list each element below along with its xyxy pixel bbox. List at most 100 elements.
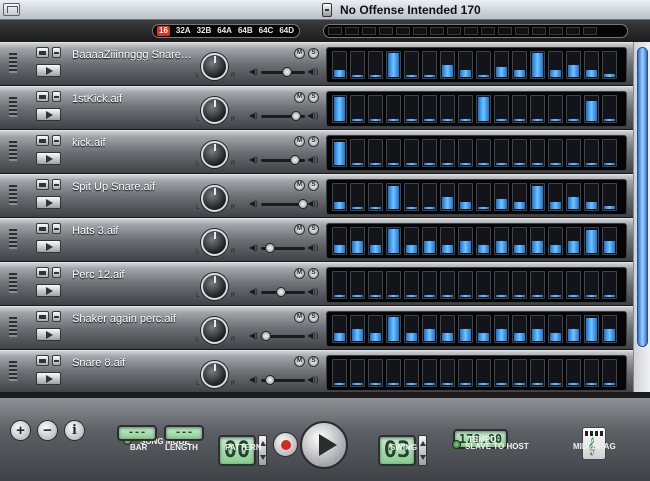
step-cell[interactable] — [584, 271, 599, 299]
step-cell[interactable] — [476, 51, 491, 79]
step-cell[interactable] — [422, 271, 437, 299]
mute-button[interactable]: M — [294, 224, 305, 235]
step-cell[interactable] — [476, 271, 491, 299]
step-cell[interactable] — [422, 315, 437, 343]
step-cell[interactable] — [494, 271, 509, 299]
volume-slider-thumb[interactable] — [297, 199, 308, 209]
step-cell[interactable] — [584, 183, 599, 211]
step-cell[interactable] — [530, 315, 545, 343]
pan-knob[interactable] — [201, 97, 228, 124]
step-cell[interactable] — [458, 183, 473, 211]
step-cell[interactable] — [548, 95, 563, 123]
volume-slider[interactable] — [261, 155, 305, 165]
scrollbar-thumb[interactable] — [637, 47, 648, 347]
step-cell[interactable] — [458, 315, 473, 343]
step-cell[interactable] — [602, 51, 617, 79]
solo-button[interactable]: S — [308, 268, 319, 279]
step-cell[interactable] — [440, 271, 455, 299]
step-cell[interactable] — [332, 227, 347, 255]
solo-button[interactable]: S — [308, 224, 319, 235]
step-cell[interactable] — [386, 95, 401, 123]
step-cell[interactable] — [386, 51, 401, 79]
step-cell[interactable] — [440, 359, 455, 387]
step-cell[interactable] — [458, 359, 473, 387]
step-cell[interactable] — [332, 139, 347, 167]
step-cell[interactable] — [332, 51, 347, 79]
volume-slider-thumb[interactable] — [281, 67, 292, 77]
step-cell[interactable] — [332, 359, 347, 387]
step-cell[interactable] — [404, 139, 419, 167]
mute-button[interactable]: M — [294, 92, 305, 103]
mute-button[interactable]: M — [294, 312, 305, 323]
volume-slider[interactable] — [261, 111, 305, 121]
pan-knob[interactable] — [201, 53, 228, 80]
remove-track-button[interactable]: − — [37, 420, 58, 441]
drag-handle[interactable] — [9, 141, 17, 161]
step-cell[interactable] — [530, 95, 545, 123]
load-sample-icon[interactable] — [36, 223, 49, 234]
step-cell[interactable] — [476, 95, 491, 123]
step-cell[interactable] — [584, 315, 599, 343]
step-cell[interactable] — [566, 359, 581, 387]
volume-slider-thumb[interactable] — [264, 243, 275, 253]
step-cell[interactable] — [368, 139, 383, 167]
step-cell[interactable] — [440, 51, 455, 79]
step-cell[interactable] — [440, 139, 455, 167]
step-cell[interactable] — [494, 315, 509, 343]
step-cell[interactable] — [458, 51, 473, 79]
drag-handle[interactable] — [9, 361, 17, 381]
step-cell[interactable] — [494, 139, 509, 167]
step-cell[interactable] — [548, 315, 563, 343]
load-sample-icon[interactable] — [36, 135, 49, 146]
step-cell[interactable] — [494, 183, 509, 211]
step-cell[interactable] — [476, 315, 491, 343]
step-cell[interactable] — [476, 359, 491, 387]
step-cell[interactable] — [494, 95, 509, 123]
lock-icon[interactable] — [52, 91, 61, 102]
step-cell[interactable] — [368, 183, 383, 211]
step-cell[interactable] — [530, 183, 545, 211]
drag-handle[interactable] — [9, 273, 17, 293]
pan-knob[interactable] — [201, 185, 228, 212]
step-cell[interactable] — [476, 227, 491, 255]
pan-knob[interactable] — [201, 273, 228, 300]
step-cell[interactable] — [530, 227, 545, 255]
step-cell[interactable] — [512, 271, 527, 299]
volume-slider-thumb[interactable] — [261, 331, 272, 341]
step-cell[interactable] — [440, 95, 455, 123]
pattern-option[interactable]: 64C — [259, 26, 274, 36]
step-cell[interactable] — [404, 315, 419, 343]
step-cell[interactable] — [566, 183, 581, 211]
volume-slider[interactable] — [261, 243, 305, 253]
step-cell[interactable] — [566, 51, 581, 79]
track-row[interactable]: 1stKick.aif L R M S ◀) ◀)) — [0, 86, 633, 130]
step-cell[interactable] — [404, 51, 419, 79]
step-cell[interactable] — [548, 51, 563, 79]
step-cell[interactable] — [548, 359, 563, 387]
step-cell[interactable] — [530, 51, 545, 79]
step-cell[interactable] — [440, 315, 455, 343]
step-cell[interactable] — [566, 139, 581, 167]
step-cell[interactable] — [584, 227, 599, 255]
step-cell[interactable] — [476, 183, 491, 211]
step-cell[interactable] — [332, 271, 347, 299]
preview-play-button[interactable] — [36, 240, 61, 253]
load-sample-icon[interactable] — [36, 311, 49, 322]
step-cell[interactable] — [512, 359, 527, 387]
step-cell[interactable] — [422, 95, 437, 123]
volume-slider[interactable] — [261, 199, 308, 209]
pattern-option[interactable]: 32A — [176, 26, 191, 36]
preview-play-button[interactable] — [36, 196, 61, 209]
step-cell[interactable] — [386, 359, 401, 387]
pan-knob[interactable] — [201, 141, 228, 168]
step-cell[interactable] — [476, 139, 491, 167]
track-scrollbar[interactable] — [633, 42, 650, 392]
step-cell[interactable] — [584, 139, 599, 167]
step-cell[interactable] — [422, 183, 437, 211]
step-cell[interactable] — [548, 227, 563, 255]
step-cell[interactable] — [404, 271, 419, 299]
load-sample-icon[interactable] — [36, 179, 49, 190]
mute-button[interactable]: M — [294, 48, 305, 59]
pattern-option[interactable]: 64B — [238, 26, 253, 36]
track-row[interactable]: kick.aif L R M S ◀) ◀)) — [0, 130, 633, 174]
